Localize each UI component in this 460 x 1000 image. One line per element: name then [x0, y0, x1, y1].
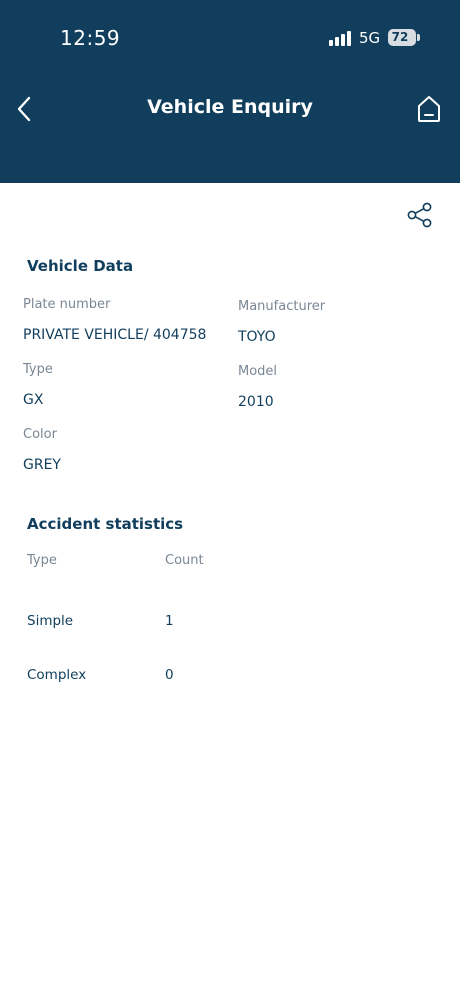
model-value: 2010: [238, 394, 274, 410]
plate-number-value: PRIVATE VEHICLE/ 404758: [23, 327, 207, 343]
signal-bars-icon: [329, 31, 351, 46]
type-value: GX: [23, 392, 44, 408]
model-label: Model: [238, 364, 278, 379]
status-time: 12:59: [60, 26, 121, 50]
manufacturer-value: TOYO: [238, 329, 276, 345]
row-count: 1: [165, 613, 174, 629]
row-type: Complex: [27, 667, 87, 683]
network-type: 5G: [359, 29, 381, 47]
page-title: Vehicle Enquiry: [147, 96, 313, 118]
app-header: 12:59 5G 72 Vehicle Enquiry: [0, 0, 460, 183]
share-icon[interactable]: [406, 202, 434, 228]
row-count: 0: [165, 667, 174, 683]
type-label: Type: [23, 362, 53, 377]
plate-number-label: Plate number: [23, 297, 111, 312]
color-label: Color: [23, 427, 57, 442]
home-icon[interactable]: [414, 94, 444, 124]
accident-statistics-title: Accident statistics: [27, 515, 184, 533]
battery-level: 72: [391, 30, 409, 44]
back-arrow-icon[interactable]: [12, 94, 38, 124]
manufacturer-label: Manufacturer: [238, 299, 326, 314]
color-value: GREY: [23, 457, 61, 473]
vehicle-data-title: Vehicle Data: [27, 257, 134, 275]
row-type: Simple: [27, 613, 74, 629]
column-header-type: Type: [27, 553, 57, 568]
battery-nub: [417, 34, 420, 41]
column-header-count: Count: [165, 553, 204, 568]
battery-icon: 72: [388, 29, 416, 46]
